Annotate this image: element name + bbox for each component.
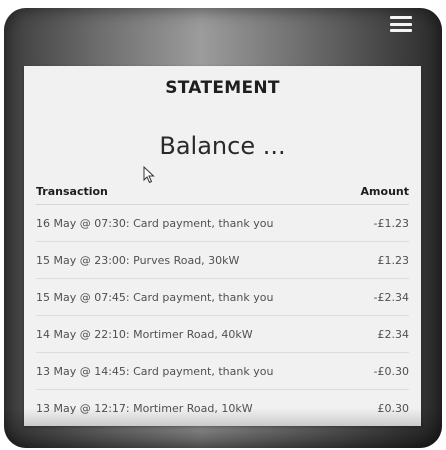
hamburger-menu-icon[interactable] [390, 16, 412, 32]
transaction-amount: -£2.34 [373, 290, 409, 304]
statement-card: STATEMENT Balance ... Transaction Amount… [24, 66, 421, 426]
transaction-amount: £2.34 [377, 327, 410, 341]
table-row: 14 May @ 22:10: Mortimer Road, 40kW £2.3… [36, 316, 409, 353]
transaction-description: 14 May @ 22:10: Mortimer Road, 40kW [36, 327, 253, 341]
menu-bar [390, 16, 412, 19]
column-header-amount: Amount [360, 184, 409, 198]
transaction-amount: -£0.30 [373, 364, 409, 378]
transaction-description: 15 May @ 07:45: Card payment, thank you [36, 290, 274, 304]
balance-display: Balance ... [159, 132, 286, 160]
table-row: 16 May @ 07:30: Card payment, thank you … [36, 205, 409, 242]
transactions-table: Transaction Amount 16 May @ 07:30: Card … [36, 178, 409, 426]
transaction-description: 13 May @ 14:45: Card payment, thank you [36, 364, 274, 378]
transaction-description: 16 May @ 07:30: Card payment, thank you [36, 216, 274, 230]
table-row: 13 May @ 14:45: Card payment, thank you … [36, 353, 409, 390]
transaction-amount: -£1.23 [373, 216, 409, 230]
transaction-amount: £0.30 [377, 401, 410, 415]
table-header: Transaction Amount [36, 178, 409, 205]
menu-bar [390, 22, 412, 26]
column-header-transaction: Transaction [36, 184, 108, 198]
menu-bar [390, 29, 412, 32]
table-row: 15 May @ 23:00: Purves Road, 30kW £1.23 [36, 242, 409, 279]
page-title: STATEMENT [165, 78, 280, 98]
transaction-description: 15 May @ 23:00: Purves Road, 30kW [36, 253, 240, 267]
table-row: 13 May @ 12:17: Mortimer Road, 10kW £0.3… [36, 390, 409, 426]
transaction-amount: £1.23 [377, 253, 410, 267]
transaction-description: 13 May @ 12:17: Mortimer Road, 10kW [36, 401, 253, 415]
table-row: 15 May @ 07:45: Card payment, thank you … [36, 279, 409, 316]
device-frame: STATEMENT Balance ... Transaction Amount… [4, 8, 442, 448]
